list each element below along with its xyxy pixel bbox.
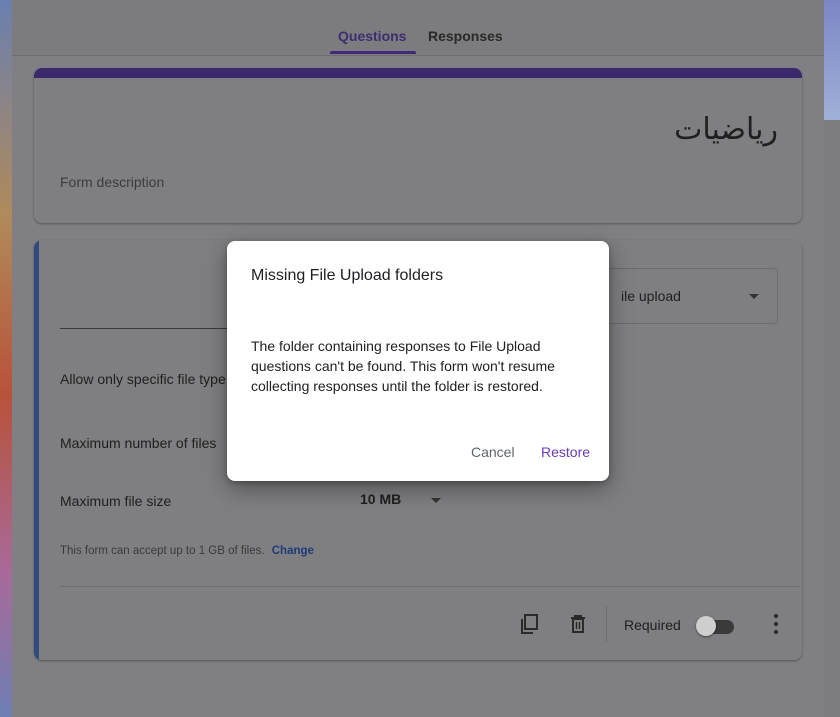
dialog-title: Missing File Upload folders — [251, 267, 444, 284]
toggle-thumb — [696, 616, 716, 636]
max-size-label: Maximum file size — [60, 493, 172, 509]
allow-file-types-label: Allow only specific file type — [60, 371, 226, 387]
max-files-label: Maximum number of files — [60, 435, 217, 451]
question-type-select[interactable]: ile upload — [594, 268, 778, 324]
active-tab-indicator — [330, 51, 416, 54]
footer-divider — [60, 586, 800, 587]
question-title-field[interactable] — [60, 328, 240, 329]
max-size-select[interactable]: 10 MB — [360, 491, 401, 507]
question-type-label: ile upload — [621, 288, 681, 304]
dialog-message: The folder containing responses to File … — [251, 338, 555, 394]
form-description-field[interactable]: Form description — [60, 174, 164, 190]
footer-separator — [606, 606, 607, 642]
active-question-indicator — [34, 240, 39, 660]
more-vert-icon[interactable] — [770, 612, 782, 636]
caret-down-icon — [749, 294, 759, 299]
form-title-card: رياضيات Form description — [34, 68, 802, 223]
tab-bar: Questions Responses — [12, 0, 824, 56]
file-quota-note: This form can accept up to 1 GB of files… — [60, 545, 314, 557]
missing-folders-dialog: Missing File Upload folders The folder c… — [227, 241, 609, 481]
change-quota-link[interactable]: Change — [272, 545, 314, 557]
cancel-button[interactable]: Cancel — [471, 444, 515, 460]
required-label: Required — [624, 617, 681, 633]
copy-icon[interactable] — [518, 612, 542, 636]
file-quota-text: This form can accept up to 1 GB of files… — [60, 545, 265, 557]
restore-button[interactable]: Restore — [541, 444, 590, 460]
required-toggle[interactable] — [696, 616, 736, 636]
form-header-accent — [34, 68, 802, 78]
background-edge-right — [824, 0, 840, 120]
caret-down-icon[interactable] — [431, 498, 441, 503]
form-title[interactable]: رياضيات — [674, 112, 778, 147]
trash-icon[interactable] — [566, 612, 590, 636]
tab-responses[interactable]: Responses — [428, 28, 503, 44]
background-edge-left — [0, 0, 12, 717]
tab-questions[interactable]: Questions — [338, 28, 406, 44]
